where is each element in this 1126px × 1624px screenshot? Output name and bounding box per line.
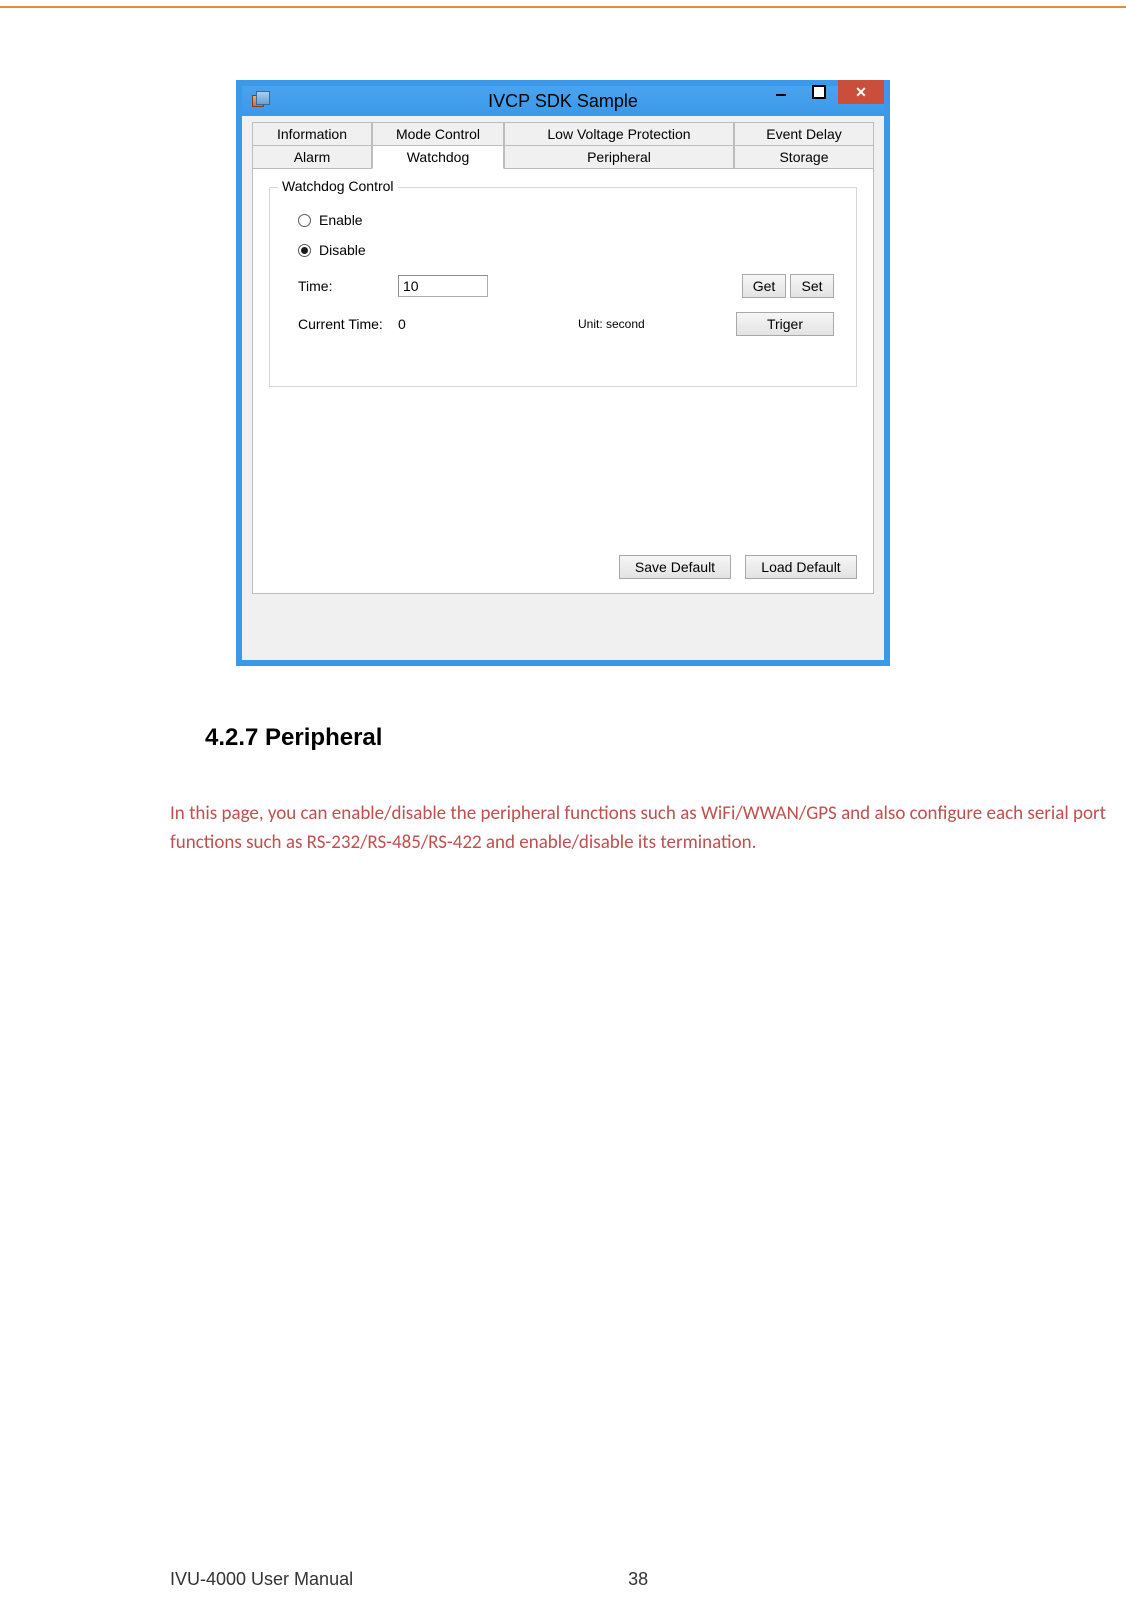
save-default-button[interactable]: Save Default (619, 555, 731, 579)
radio-disable-label: Disable (319, 242, 366, 258)
app-icon (246, 86, 270, 116)
radio-enable-label: Enable (319, 212, 363, 228)
section-body-text: In this page, you can enable/disable the… (170, 800, 1120, 857)
close-button[interactable] (838, 80, 884, 104)
footer-doc-title: IVU-4000 User Manual (170, 1569, 353, 1590)
triger-button-row: Triger (736, 312, 834, 336)
page-top-rule (0, 6, 1126, 8)
default-buttons: Save Default Load Default (619, 555, 857, 579)
tab-body-watchdog: Watchdog Control Enable Disable Time: Ge… (252, 168, 874, 594)
tab-low-voltage-protection[interactable]: Low Voltage Protection (504, 122, 734, 145)
maximize-button[interactable] (800, 80, 838, 104)
tab-information[interactable]: Information (252, 122, 372, 145)
page-footer: IVU-4000 User Manual 38 (170, 1569, 1076, 1590)
tab-alarm[interactable]: Alarm (252, 145, 372, 169)
minimize-button[interactable] (762, 80, 800, 104)
watchdog-control-group: Watchdog Control Enable Disable Time: Ge… (269, 187, 857, 387)
tab-watchdog[interactable]: Watchdog (372, 145, 504, 169)
radio-disable-row[interactable]: Disable (298, 242, 834, 258)
unit-label: Unit: second (578, 317, 698, 331)
tab-mode-control[interactable]: Mode Control (372, 122, 504, 145)
tabs-area: Information Mode Control Low Voltage Pro… (242, 116, 884, 594)
tab-event-delay[interactable]: Event Delay (734, 122, 874, 145)
radio-disable[interactable] (298, 244, 311, 257)
group-legend: Watchdog Control (278, 178, 398, 194)
load-default-button[interactable]: Load Default (745, 555, 857, 579)
app-window: IVCP SDK Sample Information Mode Control… (236, 80, 890, 666)
set-button[interactable]: Set (790, 274, 834, 298)
get-button[interactable]: Get (742, 274, 786, 298)
titlebar: IVCP SDK Sample (242, 86, 884, 116)
tab-row-2: Alarm Watchdog Peripheral Storage (252, 145, 874, 169)
tab-row-1: Information Mode Control Low Voltage Pro… (252, 122, 874, 145)
section-heading: 4.2.7 Peripheral (205, 724, 382, 752)
current-time-value: 0 (398, 316, 478, 332)
get-set-buttons: Get Set (742, 274, 834, 298)
current-time-row: Current Time: 0 Unit: second Triger (298, 310, 834, 338)
radio-enable-row[interactable]: Enable (298, 212, 834, 228)
time-input[interactable] (398, 275, 488, 297)
time-row: Time: Get Set (298, 272, 834, 300)
triger-button[interactable]: Triger (736, 312, 834, 336)
footer-page-number: 38 (628, 1569, 648, 1590)
time-label: Time: (298, 278, 398, 294)
current-time-label: Current Time: (298, 316, 398, 332)
radio-enable[interactable] (298, 214, 311, 227)
tab-peripheral[interactable]: Peripheral (504, 145, 734, 169)
tab-storage[interactable]: Storage (734, 145, 874, 169)
window-buttons (762, 86, 884, 116)
